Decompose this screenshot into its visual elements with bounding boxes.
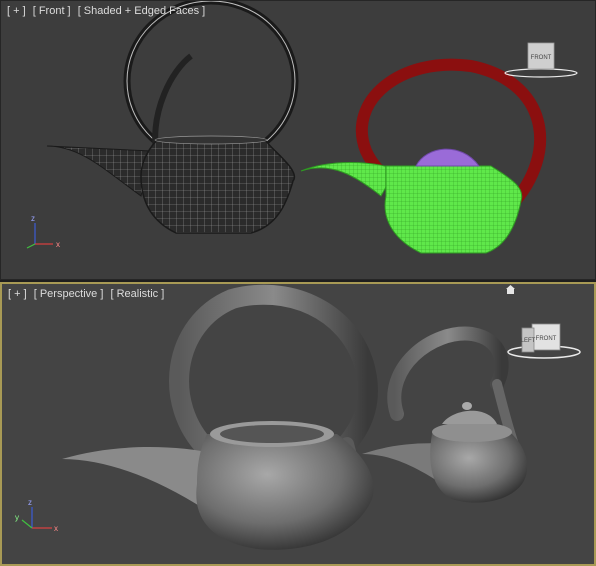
- perspective-viewport[interactable]: FRONT LEFT z x y [ + ] [ Perspective ] […: [0, 282, 596, 566]
- viewcube-left-label-persp: LEFT: [521, 338, 536, 344]
- axis-tripod-front: z x: [26, 214, 60, 249]
- front-viewport[interactable]: FRONT z x [ + ] [ Front ] [ Shaded + Edg…: [0, 0, 596, 280]
- perspective-shading-label[interactable]: [ Realistic ]: [110, 288, 164, 300]
- axis-x-label-persp: x: [54, 524, 58, 533]
- teapot-left-perspective[interactable]: [62, 284, 378, 550]
- axis-z-label: z: [31, 214, 35, 223]
- perspective-scene: FRONT LEFT z x y: [15, 284, 581, 550]
- front-viewport-menu[interactable]: [ + ]: [7, 5, 26, 17]
- axis-x-label: x: [56, 240, 60, 249]
- perspective-view-label[interactable]: [ Perspective ]: [34, 288, 104, 300]
- axis-z-label-persp: z: [28, 498, 32, 507]
- viewcube-front-label: FRONT: [531, 55, 552, 61]
- axis-tripod-perspective: z x y: [15, 498, 58, 533]
- perspective-viewport-menu[interactable]: [ + ]: [8, 288, 27, 300]
- front-shading-label[interactable]: [ Shaded + Edged Faces ]: [78, 5, 206, 17]
- axis-y-label-persp: y: [15, 513, 19, 522]
- front-scene: FRONT z x: [26, 1, 578, 254]
- front-viewport-label-bar: [ + ] [ Front ] [ Shaded + Edged Faces ]: [7, 5, 209, 17]
- viewcube-front-label-persp: FRONT: [536, 336, 557, 342]
- teapot-lid: [415, 148, 480, 167]
- front-view-label[interactable]: [ Front ]: [33, 5, 71, 17]
- teapot-right-perspective[interactable]: [362, 326, 528, 503]
- perspective-viewport-label-bar: [ + ] [ Perspective ] [ Realistic ]: [8, 288, 168, 300]
- teapot-right-front-selected[interactable]: [300, 58, 547, 254]
- home-icon[interactable]: [506, 285, 515, 294]
- teapot-left-front[interactable]: [46, 1, 299, 234]
- viewcube-front[interactable]: FRONT: [504, 42, 578, 78]
- viewcube-perspective[interactable]: FRONT LEFT: [507, 323, 581, 359]
